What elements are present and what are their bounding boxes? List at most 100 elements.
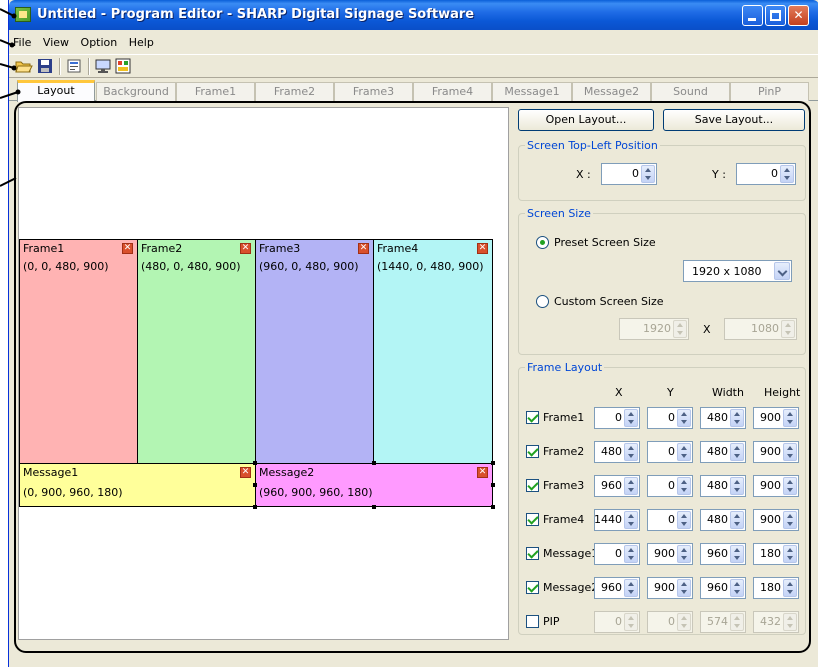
open-layout-button[interactable]: Open Layout... bbox=[518, 109, 654, 131]
custom-size-radio[interactable] bbox=[536, 295, 549, 308]
tab-message2[interactable]: Message2 bbox=[572, 82, 651, 101]
layout-canvas[interactable]: Frame1 (0, 0, 480, 900) ✕ Frame2 (480, 0… bbox=[18, 107, 509, 640]
menu-file[interactable]: File bbox=[9, 34, 35, 49]
resize-handle[interactable] bbox=[253, 505, 257, 509]
resize-handle[interactable] bbox=[253, 483, 257, 487]
frame-close-icon[interactable]: ✕ bbox=[358, 243, 369, 254]
width-stepper[interactable]: 960 bbox=[700, 577, 746, 599]
y-stepper[interactable]: 0 bbox=[647, 475, 693, 497]
spin-arrows-icon[interactable] bbox=[730, 443, 744, 461]
resize-handle[interactable] bbox=[491, 483, 495, 487]
spin-arrows-icon[interactable] bbox=[780, 165, 794, 183]
spin-arrows-icon[interactable] bbox=[783, 579, 797, 597]
x-stepper[interactable]: 960 bbox=[594, 577, 640, 599]
x-stepper[interactable]: 960 bbox=[594, 475, 640, 497]
frame-enable-checkbox[interactable] bbox=[526, 411, 539, 424]
spin-arrows-icon[interactable] bbox=[730, 613, 744, 631]
export-icon[interactable] bbox=[115, 58, 133, 75]
preset-size-select[interactable]: 1920 x 1080 bbox=[683, 260, 792, 282]
top-left-y-stepper[interactable]: 0 bbox=[736, 163, 796, 185]
resize-handle[interactable] bbox=[372, 505, 376, 509]
tab-message1[interactable]: Message1 bbox=[492, 82, 572, 101]
spin-arrows-icon[interactable] bbox=[624, 409, 638, 427]
tab-pinp[interactable]: PinP bbox=[730, 82, 809, 101]
preset-size-radio[interactable] bbox=[536, 236, 549, 249]
chevron-down-icon[interactable] bbox=[774, 262, 790, 280]
height-stepper[interactable]: 900 bbox=[753, 509, 799, 531]
preview-icon[interactable] bbox=[95, 58, 113, 75]
spin-arrows-icon[interactable] bbox=[677, 579, 691, 597]
spin-arrows-icon[interactable] bbox=[730, 409, 744, 427]
custom-width-stepper[interactable]: 1920 bbox=[619, 318, 689, 340]
tab-frame1[interactable]: Frame1 bbox=[176, 82, 255, 101]
y-stepper[interactable]: 0 bbox=[647, 441, 693, 463]
x-stepper[interactable]: 480 bbox=[594, 441, 640, 463]
title-bar[interactable]: Untitled - Program Editor - SHARP Digita… bbox=[9, 0, 818, 30]
minimize-button[interactable] bbox=[742, 5, 763, 26]
height-stepper[interactable]: 180 bbox=[753, 543, 799, 565]
x-stepper[interactable]: 0 bbox=[594, 543, 640, 565]
maximize-button[interactable] bbox=[765, 5, 786, 26]
tab-frame4[interactable]: Frame4 bbox=[413, 82, 492, 101]
height-stepper[interactable]: 900 bbox=[753, 475, 799, 497]
menu-view[interactable]: View bbox=[39, 34, 73, 49]
open-folder-icon[interactable] bbox=[15, 58, 33, 75]
spin-arrows-icon[interactable] bbox=[783, 545, 797, 563]
spin-arrows-icon[interactable] bbox=[783, 477, 797, 495]
frame-enable-checkbox[interactable] bbox=[526, 615, 539, 628]
frame-enable-checkbox[interactable] bbox=[526, 547, 539, 560]
width-stepper[interactable]: 480 bbox=[700, 441, 746, 463]
spin-arrows-icon[interactable] bbox=[677, 545, 691, 563]
spin-arrows-icon[interactable] bbox=[783, 511, 797, 529]
tab-layout[interactable]: Layout bbox=[17, 80, 95, 102]
spin-arrows-icon[interactable] bbox=[624, 579, 638, 597]
frame-enable-checkbox[interactable] bbox=[526, 581, 539, 594]
height-stepper[interactable]: 432 bbox=[753, 611, 799, 633]
frame-close-icon[interactable]: ✕ bbox=[477, 243, 488, 254]
frame-enable-checkbox[interactable] bbox=[526, 513, 539, 526]
width-stepper[interactable]: 574 bbox=[700, 611, 746, 633]
width-stepper[interactable]: 480 bbox=[700, 509, 746, 531]
custom-height-stepper[interactable]: 1080 bbox=[724, 318, 797, 340]
frame1-region[interactable]: Frame1 (0, 0, 480, 900) ✕ bbox=[19, 239, 138, 464]
resize-handle[interactable] bbox=[491, 461, 495, 465]
spin-arrows-icon[interactable] bbox=[624, 613, 638, 631]
spin-arrows-icon[interactable] bbox=[677, 511, 691, 529]
app-icon[interactable] bbox=[15, 7, 31, 22]
y-stepper[interactable]: 0 bbox=[647, 407, 693, 429]
spin-arrows-icon[interactable] bbox=[624, 545, 638, 563]
y-stepper[interactable]: 900 bbox=[647, 543, 693, 565]
resize-handle[interactable] bbox=[491, 505, 495, 509]
close-button[interactable]: ✕ bbox=[788, 5, 809, 26]
message2-region[interactable]: Message2 (960, 900, 960, 180) ✕ bbox=[255, 463, 493, 507]
tab-background[interactable]: Background bbox=[96, 82, 176, 101]
tab-sound[interactable]: Sound bbox=[651, 82, 730, 101]
y-stepper[interactable]: 900 bbox=[647, 577, 693, 599]
frame-close-icon[interactable]: ✕ bbox=[240, 467, 251, 478]
frame-close-icon[interactable]: ✕ bbox=[122, 243, 133, 254]
frame-enable-checkbox[interactable] bbox=[526, 445, 539, 458]
menu-option[interactable]: Option bbox=[77, 34, 122, 49]
spin-arrows-icon[interactable] bbox=[624, 477, 638, 495]
spin-arrows-icon[interactable] bbox=[673, 320, 687, 338]
top-left-x-stepper[interactable]: 0 bbox=[601, 163, 657, 185]
spin-arrows-icon[interactable] bbox=[730, 477, 744, 495]
spin-arrows-icon[interactable] bbox=[730, 545, 744, 563]
properties-icon[interactable] bbox=[66, 58, 84, 75]
width-stepper[interactable]: 480 bbox=[700, 475, 746, 497]
spin-arrows-icon[interactable] bbox=[783, 443, 797, 461]
frame4-region[interactable]: Frame4 (1440, 0, 480, 900) ✕ bbox=[373, 239, 493, 464]
height-stepper[interactable]: 900 bbox=[753, 407, 799, 429]
spin-arrows-icon[interactable] bbox=[624, 511, 638, 529]
x-stepper[interactable]: 0 bbox=[594, 407, 640, 429]
menu-help[interactable]: Help bbox=[125, 34, 158, 49]
y-stepper[interactable]: 0 bbox=[647, 611, 693, 633]
frame2-region[interactable]: Frame2 (480, 0, 480, 900) ✕ bbox=[137, 239, 256, 464]
spin-arrows-icon[interactable] bbox=[677, 443, 691, 461]
message1-region[interactable]: Message1 (0, 900, 960, 180) ✕ bbox=[19, 463, 256, 507]
spin-arrows-icon[interactable] bbox=[677, 477, 691, 495]
spin-arrows-icon[interactable] bbox=[730, 579, 744, 597]
frame-enable-checkbox[interactable] bbox=[526, 479, 539, 492]
frame-close-icon[interactable]: ✕ bbox=[477, 467, 488, 478]
spin-arrows-icon[interactable] bbox=[624, 443, 638, 461]
